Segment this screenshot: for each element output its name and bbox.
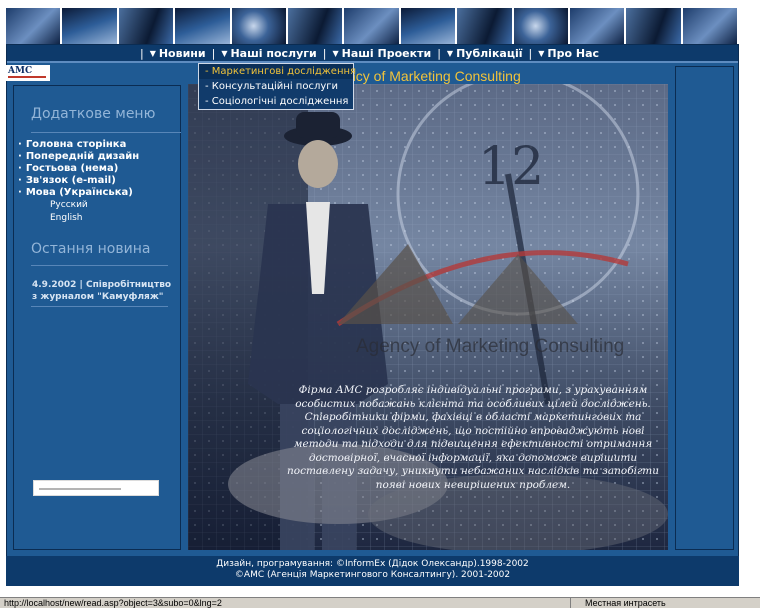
logo-text: AMC (8, 66, 33, 76)
intro-text: Фірма АМС розробляє індивідуальні програ… (286, 384, 660, 491)
footer-copyright: ©АМС (Агенція Маркетингового Консалтингу… (234, 570, 511, 580)
nav-item-label: Наші послуги (230, 46, 317, 60)
dropdown-item-label: Консультаційні послуги (211, 81, 339, 92)
status-url: http://localhost/new/read.asp?object=3&s… (4, 598, 222, 608)
sidebar-item-previous-design[interactable]: Попередній дизайн (18, 151, 139, 163)
security-zone: Местная интрасеть (570, 598, 666, 608)
dropdown-item-marketing-research[interactable]: - Маркетингові дослідження (199, 64, 357, 79)
triangle-down-icon: ▼ (446, 48, 454, 58)
nav-item-label: Новини (158, 46, 206, 60)
nav-item-label: Про Нас (547, 46, 600, 60)
nav-item-services[interactable]: ▼ Наші послуги (215, 47, 322, 60)
dropdown-item-label: Маркетингові дослідження (211, 66, 357, 77)
input-placeholder-bar (39, 488, 121, 490)
sidebar-item-contact[interactable]: Зв'язок (e-mail) (18, 175, 139, 187)
header-image-tile (6, 8, 63, 44)
amc-logo[interactable]: AMC (6, 65, 50, 81)
page: | ▼ Новини | ▼ Наші послуги | ▼ Наші Проект… (0, 0, 760, 608)
nav-item-news[interactable]: ▼ Новини (144, 47, 212, 60)
sidebar-divider (31, 132, 181, 133)
header-image-tile (231, 8, 288, 44)
main-nav: | ▼ Новини | ▼ Наші послуги | ▼ Наші Проект… (7, 45, 738, 63)
header-image-tile (569, 8, 627, 44)
logo-underline (8, 76, 46, 78)
main-content: ncy of Marketing Consulting 12 Agency of… (186, 66, 670, 550)
search-input[interactable] (33, 480, 159, 496)
sidebar-item-language[interactable]: Мова (Українська) (18, 187, 139, 199)
dash-bullet: - (205, 66, 212, 77)
dropdown-item-label: Соціологічні дослідження (211, 96, 349, 107)
page-headline: ncy of Marketing Consulting (348, 68, 521, 84)
nav-item-publications[interactable]: ▼ Публікації (441, 47, 529, 60)
header-image-tile (344, 8, 401, 44)
header-image-tile (626, 8, 683, 44)
face (298, 140, 338, 188)
sidebar-menu: Головна сторінка Попередній дизайн Гость… (18, 139, 139, 225)
hero-image: 12 Agency of Marketing Consulting Фірма … (188, 84, 668, 550)
header-image-tile (457, 8, 514, 44)
right-panel (675, 66, 734, 550)
triangle-down-icon: ▼ (149, 48, 156, 58)
header-image-tile (62, 8, 119, 44)
news-divider (31, 306, 168, 307)
news-divider (31, 265, 168, 266)
language-option-english[interactable]: English (18, 212, 139, 225)
browser-status-bar: http://localhost/new/read.asp?object=3&s… (0, 597, 760, 608)
nav-item-label: Наші Проекти (341, 46, 432, 60)
header-image-strip (6, 8, 740, 44)
triangle-down-icon: ▼ (538, 48, 545, 58)
sidebar-title: Додаткове меню (31, 106, 156, 122)
nav-item-projects[interactable]: ▼ Наші Проекти (326, 47, 437, 60)
dropdown-item-sociological-research[interactable]: - Соціологічні дослідження (199, 94, 353, 109)
header-image-tile (175, 8, 232, 44)
triangle-down-icon: ▼ (221, 48, 228, 58)
logo-wordmark: Agency of Marketing Consulting (356, 336, 624, 357)
header-image-tile (118, 8, 176, 44)
triangle-down-icon: ▼ (332, 48, 339, 58)
hat-crown (296, 112, 340, 138)
footer: Дизайн, програмування: ©InformEx (Дідок … (6, 556, 739, 586)
language-option-russian[interactable]: Русский (18, 199, 139, 212)
sidebar-item-home[interactable]: Головна сторінка (18, 139, 139, 151)
nav-item-about[interactable]: ▼ Про Нас (532, 47, 605, 60)
header-image-tile (287, 8, 345, 44)
news-section-title: Остання новина (31, 241, 151, 257)
sidebar-item-guestbook[interactable]: Гостьова (нема) (18, 163, 139, 175)
dropdown-item-consulting[interactable]: - Консультаційні послуги (199, 79, 353, 94)
dash-bullet: - (205, 96, 212, 107)
footer-credits: Дизайн, програмування: ©InformEx (Дідок … (216, 559, 529, 569)
header-image-tile (513, 8, 570, 44)
latest-news-item[interactable]: 4.9.2002 | Співробітництво з журналом "К… (32, 279, 172, 303)
dash-bullet: - (205, 81, 212, 92)
nav-item-label: Публікації (456, 46, 523, 60)
header-image-tile (682, 8, 740, 44)
header-image-tile (400, 8, 458, 44)
services-dropdown: - Маркетингові дослідження - Консультаці… (198, 63, 357, 110)
